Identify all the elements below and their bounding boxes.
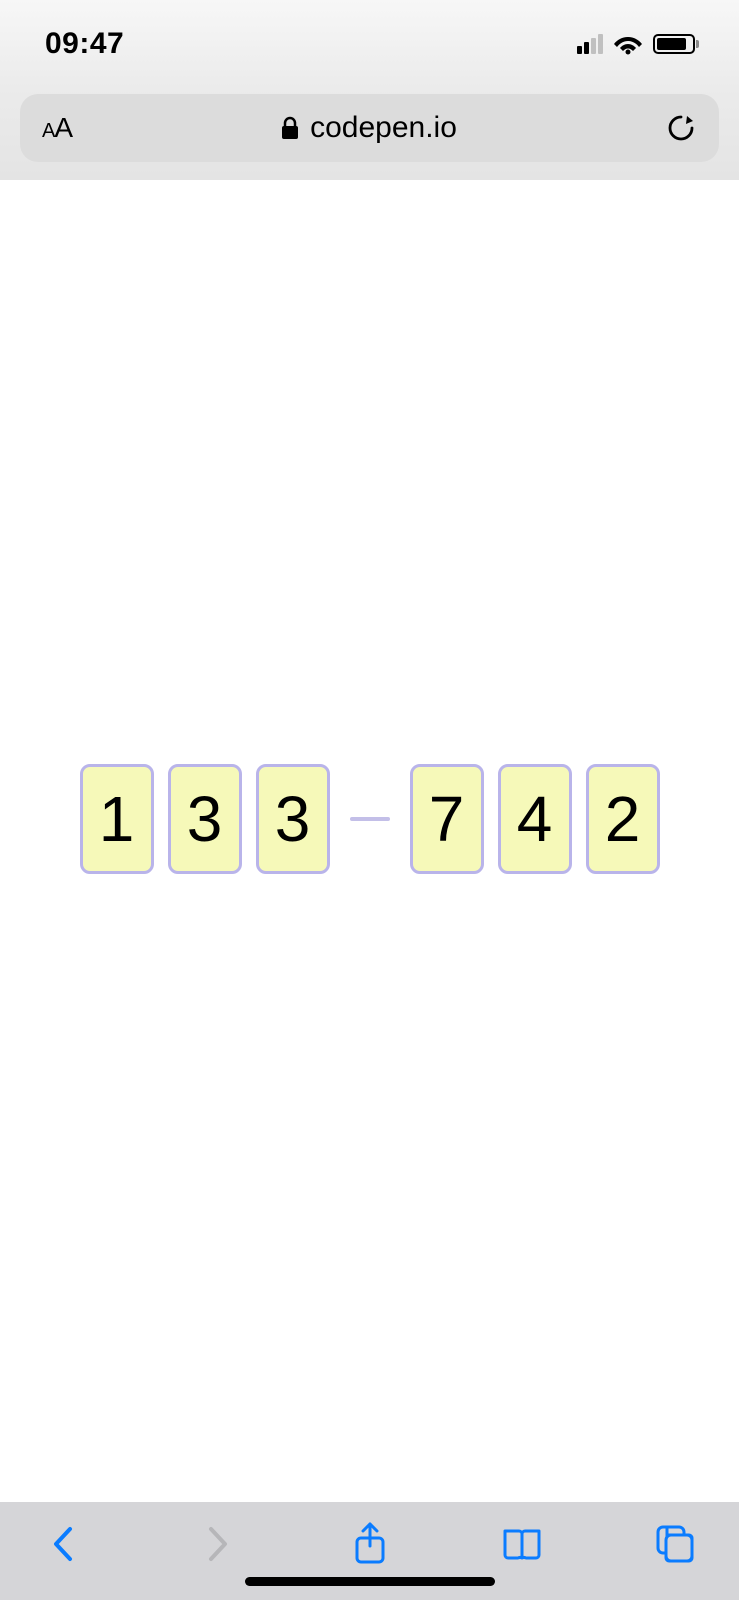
forward-button (195, 1522, 239, 1566)
home-indicator[interactable] (245, 1577, 495, 1586)
lock-icon (280, 116, 300, 140)
address-bar[interactable]: AA codepen.io (20, 94, 719, 162)
reader-mode-button[interactable]: AA (42, 112, 72, 144)
bookmarks-button[interactable] (500, 1522, 544, 1566)
otp-digit-5[interactable]: 4 (498, 764, 572, 874)
browser-chrome: AA codepen.io (0, 88, 739, 181)
url-text: codepen.io (310, 111, 457, 145)
status-bar: 09:47 (0, 0, 739, 88)
reload-button[interactable] (665, 112, 697, 144)
wifi-icon (613, 33, 643, 55)
cellular-signal-icon (577, 34, 603, 54)
otp-input-group: 1 3 3 7 4 2 (80, 764, 660, 874)
battery-icon (653, 34, 699, 54)
share-button[interactable] (348, 1522, 392, 1566)
status-time: 09:47 (45, 27, 124, 61)
otp-digit-1[interactable]: 1 (80, 764, 154, 874)
otp-separator (350, 817, 390, 821)
url-display[interactable]: codepen.io (280, 111, 457, 145)
page-content: 1 3 3 7 4 2 (0, 180, 739, 1502)
otp-digit-4[interactable]: 7 (410, 764, 484, 874)
otp-digit-3[interactable]: 3 (256, 764, 330, 874)
back-button[interactable] (42, 1522, 86, 1566)
tabs-button[interactable] (653, 1522, 697, 1566)
otp-digit-6[interactable]: 2 (586, 764, 660, 874)
otp-digit-2[interactable]: 3 (168, 764, 242, 874)
status-icons (577, 33, 699, 55)
